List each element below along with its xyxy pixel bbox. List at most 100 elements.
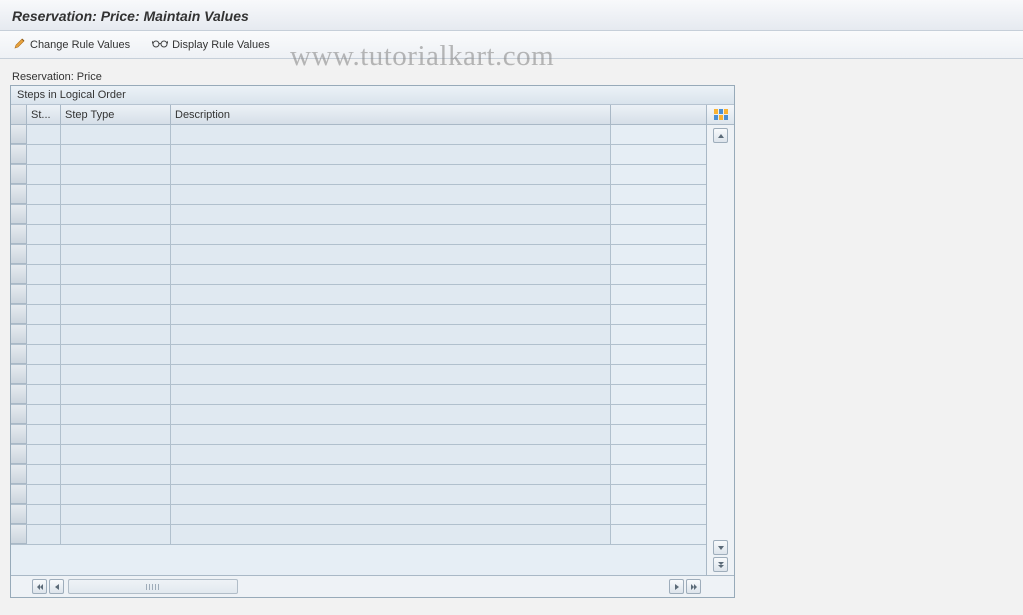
row-selector[interactable]: [11, 385, 27, 404]
table-settings-button[interactable]: [707, 105, 734, 125]
scroll-first-button[interactable]: [32, 579, 47, 594]
cell-description[interactable]: [171, 525, 611, 544]
table-row[interactable]: [11, 225, 706, 245]
cell-description[interactable]: [171, 305, 611, 324]
table-row[interactable]: [11, 285, 706, 305]
col-header-st[interactable]: St...: [27, 105, 61, 124]
cell-st[interactable]: [27, 185, 61, 204]
cell-step-type[interactable]: [61, 345, 171, 364]
cell-description[interactable]: [171, 385, 611, 404]
table-row[interactable]: [11, 385, 706, 405]
cell-st[interactable]: [27, 485, 61, 504]
scroll-bottom-button[interactable]: [713, 557, 728, 572]
row-selector[interactable]: [11, 305, 27, 324]
table-row[interactable]: [11, 465, 706, 485]
cell-step-type[interactable]: [61, 505, 171, 524]
cell-description[interactable]: [171, 225, 611, 244]
col-header-step-type[interactable]: Step Type: [61, 105, 171, 124]
cell-step-type[interactable]: [61, 485, 171, 504]
row-selector[interactable]: [11, 125, 27, 144]
cell-step-type[interactable]: [61, 205, 171, 224]
table-row[interactable]: [11, 445, 706, 465]
cell-description[interactable]: [171, 465, 611, 484]
cell-step-type[interactable]: [61, 225, 171, 244]
cell-st[interactable]: [27, 325, 61, 344]
cell-step-type[interactable]: [61, 465, 171, 484]
row-selector[interactable]: [11, 165, 27, 184]
cell-step-type[interactable]: [61, 245, 171, 264]
cell-st[interactable]: [27, 245, 61, 264]
cell-description[interactable]: [171, 205, 611, 224]
vertical-scrollbar[interactable]: [707, 125, 734, 575]
table-row[interactable]: [11, 185, 706, 205]
cell-step-type[interactable]: [61, 185, 171, 204]
table-row[interactable]: [11, 525, 706, 545]
cell-st[interactable]: [27, 365, 61, 384]
cell-step-type[interactable]: [61, 305, 171, 324]
scroll-up-button[interactable]: [713, 128, 728, 143]
row-selector[interactable]: [11, 185, 27, 204]
table-row[interactable]: [11, 245, 706, 265]
cell-description[interactable]: [171, 445, 611, 464]
table-row[interactable]: [11, 505, 706, 525]
scroll-left-button[interactable]: [49, 579, 64, 594]
row-selector[interactable]: [11, 525, 27, 544]
row-selector[interactable]: [11, 325, 27, 344]
row-selector-header[interactable]: [11, 105, 27, 124]
scroll-down-button[interactable]: [713, 540, 728, 555]
row-selector[interactable]: [11, 365, 27, 384]
cell-st[interactable]: [27, 305, 61, 324]
row-selector[interactable]: [11, 485, 27, 504]
cell-st[interactable]: [27, 465, 61, 484]
row-selector[interactable]: [11, 265, 27, 284]
cell-description[interactable]: [171, 285, 611, 304]
table-row[interactable]: [11, 345, 706, 365]
cell-st[interactable]: [27, 125, 61, 144]
row-selector[interactable]: [11, 505, 27, 524]
row-selector[interactable]: [11, 405, 27, 424]
cell-step-type[interactable]: [61, 125, 171, 144]
change-rule-values-button[interactable]: Change Rule Values: [10, 35, 134, 54]
cell-step-type[interactable]: [61, 425, 171, 444]
cell-description[interactable]: [171, 325, 611, 344]
cell-description[interactable]: [171, 405, 611, 424]
cell-description[interactable]: [171, 425, 611, 444]
cell-step-type[interactable]: [61, 365, 171, 384]
cell-description[interactable]: [171, 145, 611, 164]
row-selector[interactable]: [11, 245, 27, 264]
cell-step-type[interactable]: [61, 145, 171, 164]
cell-step-type[interactable]: [61, 265, 171, 284]
row-selector[interactable]: [11, 345, 27, 364]
cell-description[interactable]: [171, 185, 611, 204]
cell-st[interactable]: [27, 225, 61, 244]
cell-step-type[interactable]: [61, 165, 171, 184]
cell-description[interactable]: [171, 365, 611, 384]
cell-st[interactable]: [27, 525, 61, 544]
table-row[interactable]: [11, 485, 706, 505]
cell-step-type[interactable]: [61, 445, 171, 464]
horizontal-scroll-thumb[interactable]: [68, 579, 238, 594]
cell-st[interactable]: [27, 405, 61, 424]
display-rule-values-button[interactable]: Display Rule Values: [148, 36, 274, 53]
cell-step-type[interactable]: [61, 325, 171, 344]
table-row[interactable]: [11, 125, 706, 145]
cell-description[interactable]: [171, 165, 611, 184]
cell-description[interactable]: [171, 505, 611, 524]
cell-st[interactable]: [27, 505, 61, 524]
cell-st[interactable]: [27, 425, 61, 444]
table-row[interactable]: [11, 405, 706, 425]
cell-step-type[interactable]: [61, 285, 171, 304]
table-row[interactable]: [11, 265, 706, 285]
row-selector[interactable]: [11, 205, 27, 224]
cell-description[interactable]: [171, 245, 611, 264]
table-row[interactable]: [11, 365, 706, 385]
scroll-right-button[interactable]: [669, 579, 684, 594]
cell-description[interactable]: [171, 345, 611, 364]
table-row[interactable]: [11, 145, 706, 165]
table-row[interactable]: [11, 305, 706, 325]
row-selector[interactable]: [11, 145, 27, 164]
table-row[interactable]: [11, 165, 706, 185]
row-selector[interactable]: [11, 465, 27, 484]
cell-st[interactable]: [27, 345, 61, 364]
row-selector[interactable]: [11, 225, 27, 244]
